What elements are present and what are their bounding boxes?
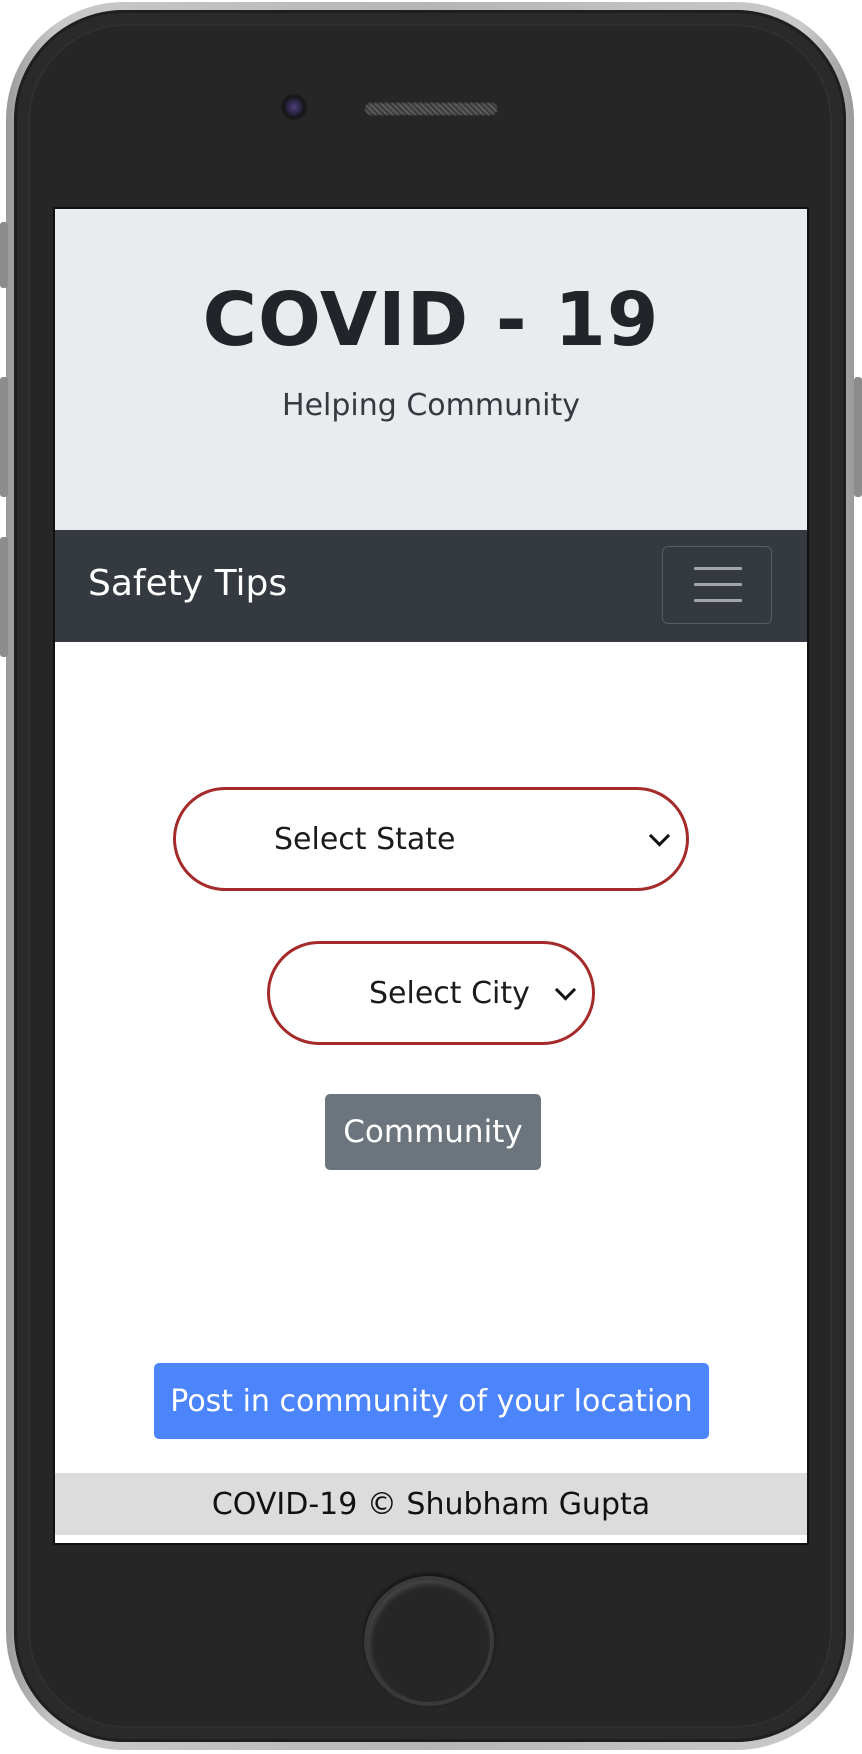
home-button[interactable] xyxy=(364,1576,494,1706)
navbar-toggler-button[interactable] xyxy=(662,546,772,624)
power-button xyxy=(854,377,862,497)
navbar: Safety Tips xyxy=(55,530,807,642)
phone-screen: COVID - 19 Helping Community Safety Tips… xyxy=(55,209,807,1543)
city-select-value: Select City xyxy=(369,975,530,1011)
chevron-down-icon xyxy=(648,825,671,847)
front-camera xyxy=(283,96,305,118)
footer: COVID-19 © Shubham Gupta xyxy=(55,1473,807,1535)
post-in-community-button[interactable]: Post in community of your location xyxy=(154,1363,709,1439)
earpiece-speaker xyxy=(364,102,498,116)
chevron-down-icon xyxy=(554,979,577,1001)
city-select[interactable]: Select City xyxy=(267,941,595,1045)
community-button[interactable]: Community xyxy=(325,1094,541,1170)
page-subtitle: Helping Community xyxy=(282,388,580,423)
state-select[interactable]: Select State xyxy=(173,787,689,891)
state-select-value: Select State xyxy=(274,821,456,857)
page-title: COVID - 19 xyxy=(202,277,660,363)
mute-switch xyxy=(0,222,8,288)
navbar-brand-link[interactable]: Safety Tips xyxy=(88,566,287,602)
volume-down-button xyxy=(0,537,8,657)
header-jumbotron: COVID - 19 Helping Community xyxy=(55,209,807,530)
footer-text: COVID-19 © Shubham Gupta xyxy=(211,1486,651,1522)
volume-up-button xyxy=(0,377,8,497)
